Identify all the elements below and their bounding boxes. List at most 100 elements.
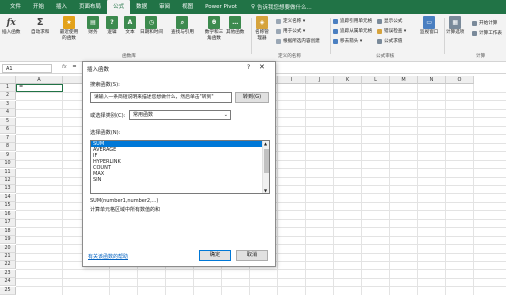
calculate-now-button[interactable]: 开始计算 (472, 20, 497, 26)
column-header[interactable]: O (446, 76, 474, 84)
row-header[interactable]: 3 (0, 100, 16, 109)
column-header[interactable]: I (278, 76, 306, 84)
row-header[interactable]: 23 (0, 269, 16, 278)
name-box[interactable]: A1 (2, 64, 52, 73)
tab-review[interactable]: 审阅 (153, 0, 176, 14)
recent-functions-button[interactable]: ★ 最近使用的函数 (58, 16, 80, 42)
row-header[interactable]: 25 (0, 286, 16, 295)
column-header[interactable]: J (306, 76, 334, 84)
tab-insert[interactable]: 插入 (50, 0, 73, 14)
column-header[interactable]: N (418, 76, 446, 84)
row-header[interactable]: 18 (0, 227, 16, 236)
column-header[interactable]: L (362, 76, 390, 84)
row-header[interactable]: 22 (0, 261, 16, 270)
remove-arrows-button[interactable]: 移去箭头 ▾ (333, 38, 362, 44)
column-header[interactable]: A (16, 76, 63, 84)
row-header[interactable]: 15 (0, 202, 16, 211)
autosum-button[interactable]: Σ 自动求和 (31, 16, 49, 36)
row-header[interactable]: 13 (0, 185, 16, 194)
function-library-group-label: 函数库 (122, 54, 136, 59)
ribbon: fx 插入函数 Σ 自动求和 ★ 最近使用的函数 ▤ 财务 ? 逻辑 A 文本 … (0, 14, 506, 62)
column-header[interactable]: M (390, 76, 418, 84)
dialog-help-button[interactable]: ? (247, 64, 250, 71)
calculation-options-button[interactable]: ▦ 计算选项 (446, 16, 464, 36)
function-description: 计算单元格区域中所有数值的和 (90, 207, 161, 213)
row-header[interactable]: 14 (0, 193, 16, 202)
scrollbar-thumb[interactable] (264, 149, 269, 173)
row-header[interactable]: 1 (0, 84, 16, 92)
calculator-icon: ▦ (449, 16, 462, 29)
error-checking-button[interactable]: 错误检查 ▾ (377, 28, 406, 34)
formula-input[interactable]: = (72, 64, 76, 70)
goto-button[interactable]: 转到(G) (235, 92, 269, 103)
function-item-sin[interactable]: SIN (91, 177, 269, 183)
tab-file[interactable]: 文件 (4, 0, 27, 14)
show-formulas-label: 显示公式 (384, 19, 403, 24)
trace-precedents-button[interactable]: 追踪引用单元格 (333, 18, 372, 24)
category-select[interactable]: 常用函数 ⌄ (129, 110, 231, 120)
scroll-down-icon[interactable]: ▼ (264, 188, 267, 193)
active-cell-a1[interactable]: = (16, 84, 63, 92)
calculate-sheet-button[interactable]: 计算工作表 (472, 30, 502, 36)
search-function-input[interactable]: 请输入一条简短说明来描述您想做什么，然后单击"转到" (90, 92, 232, 103)
logical-button[interactable]: ? 逻辑 (106, 16, 118, 36)
show-formulas-button[interactable]: 显示公式 (377, 18, 402, 24)
use-in-formula-button[interactable]: 用于公式 ▾ (276, 28, 305, 34)
row-header[interactable]: 2 (0, 92, 16, 101)
tab-formulas[interactable]: 公式 (107, 0, 131, 14)
row-header[interactable]: 24 (0, 278, 16, 287)
theta-icon: θ (208, 16, 220, 29)
scroll-up-icon[interactable]: ▲ (264, 141, 267, 146)
trace-precedents-label: 追踪引用单元格 (340, 19, 373, 24)
dialog-close-button[interactable]: ✕ (259, 63, 265, 71)
tab-view[interactable]: 视图 (176, 0, 199, 14)
tab-data[interactable]: 数据 (130, 0, 153, 14)
row-header[interactable]: 6 (0, 126, 16, 135)
name-manager-button[interactable]: ◈ 名称管理器 (254, 16, 270, 42)
insert-function-button[interactable]: fx 插入函数 (2, 16, 20, 36)
tab-home[interactable]: 开始 (27, 0, 50, 14)
row-header[interactable]: 4 (0, 109, 16, 118)
row-header[interactable]: 16 (0, 210, 16, 219)
evaluate-formula-button[interactable]: 公式求值 (377, 38, 402, 44)
row-header[interactable]: 12 (0, 176, 16, 185)
chevron-down-icon: ⌄ (223, 112, 228, 118)
row-header[interactable]: 21 (0, 253, 16, 261)
show-formulas-icon (377, 18, 382, 24)
cancel-button[interactable]: 取消 (236, 250, 268, 261)
lookup-reference-button[interactable]: ⌕ 查找与引用 (171, 16, 194, 36)
function-help-link[interactable]: 有关该函数的帮助 (88, 253, 128, 260)
row-header[interactable]: 19 (0, 236, 16, 245)
function-list[interactable]: SUM AVERAGE IF HYPERLINK COUNT MAX SIN ▲… (90, 140, 270, 194)
row-header[interactable]: 17 (0, 219, 16, 228)
formula-bar-fx-icon[interactable]: fx = (62, 64, 77, 70)
more-functions-button[interactable]: … 其他函数 (226, 16, 244, 36)
tab-power-pivot[interactable]: Power Pivot (199, 0, 243, 14)
menu-bar: 文件 开始 插入 页面布局 公式 数据 审阅 视图 Power Pivot ♀ … (0, 0, 506, 14)
row-header[interactable]: 11 (0, 168, 16, 177)
row-header[interactable]: 7 (0, 134, 16, 143)
function-list-scrollbar[interactable]: ▲ ▼ (262, 141, 269, 193)
financial-button[interactable]: ▤ 财务 (87, 16, 99, 36)
row-header[interactable]: 8 (0, 143, 16, 152)
row-header[interactable]: 20 (0, 244, 16, 253)
row-header[interactable]: 5 (0, 117, 16, 126)
defined-names-group-label: 定义的名称 (278, 54, 301, 59)
tab-page-layout[interactable]: 页面布局 (73, 0, 107, 14)
gridline (389, 84, 390, 295)
row-header[interactable]: 9 (0, 151, 16, 160)
column-header[interactable]: K (334, 76, 362, 84)
tell-me-search[interactable]: ♀ 告诉我您想要做什么... (251, 3, 312, 11)
define-name-button[interactable]: 定义名称 ▾ (276, 18, 305, 24)
text-label: 文本 (125, 30, 135, 35)
ok-button[interactable]: 确定 (199, 250, 231, 261)
row-header[interactable]: 10 (0, 160, 16, 169)
date-time-button[interactable]: ◷ 日期和时间 (140, 16, 163, 36)
watch-window-button[interactable]: ▭ 监视窗口 (420, 16, 438, 36)
text-button[interactable]: A 文本 (124, 16, 136, 36)
trace-dependents-button[interactable]: 追踪从属单元格 (333, 28, 372, 34)
create-from-selection-button[interactable]: 根据所选内容创建 (276, 38, 320, 44)
select-all-corner[interactable] (0, 76, 16, 84)
math-trig-button[interactable]: θ 数学和三角函数 (203, 16, 225, 42)
gridline (445, 84, 446, 295)
